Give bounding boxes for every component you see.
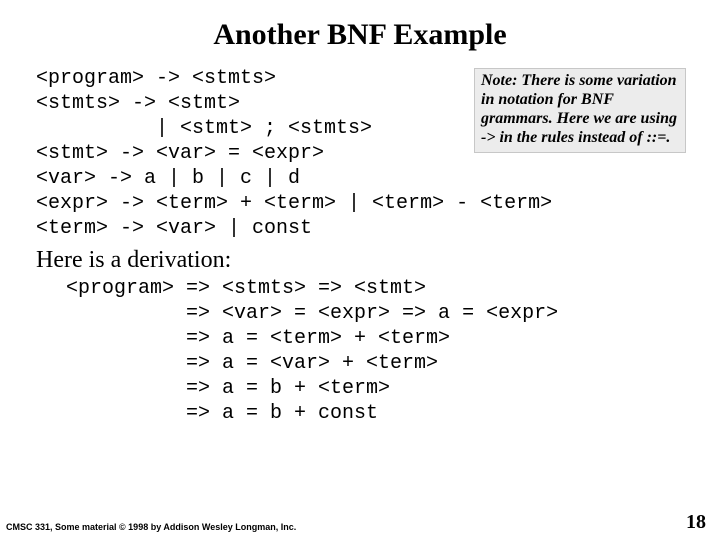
derivation-heading: Here is a derivation: — [36, 247, 684, 274]
derivation-line: => a = <term> + <term> — [66, 327, 450, 350]
derivation-line: => a = b + <term> — [66, 377, 390, 400]
grammar-line: <expr> -> <term> + <term> | <term> - <te… — [36, 192, 552, 215]
slide-content: <program> -> <stmts> <stmts> -> <stmt> |… — [0, 66, 720, 426]
footer-credit: CMSC 331, Some material © 1998 by Addiso… — [6, 522, 296, 532]
grammar-block: <program> -> <stmts> <stmts> -> <stmt> |… — [36, 66, 684, 241]
slide-title: Another BNF Example — [0, 0, 720, 66]
derivation-line: <program> => <stmts> => <stmt> — [66, 277, 426, 300]
grammar-line: <term> -> <var> | const — [36, 217, 312, 240]
slide: Another BNF Example <program> -> <stmts>… — [0, 0, 720, 540]
derivation-line: => a = b + const — [66, 402, 378, 425]
derivation-lines: <program> => <stmts> => <stmt> => <var> … — [36, 276, 684, 426]
grammar-line: | <stmt> ; <stmts> — [36, 117, 372, 140]
grammar-line: <program> -> <stmts> — [36, 67, 276, 90]
note-callout: Note: There is some variation in notatio… — [474, 68, 686, 153]
grammar-line: <stmts> -> <stmt> — [36, 92, 240, 115]
page-number: 18 — [686, 511, 706, 534]
derivation-line: => <var> = <expr> => a = <expr> — [66, 302, 558, 325]
grammar-line: <stmt> -> <var> = <expr> — [36, 142, 324, 165]
grammar-line: <var> -> a | b | c | d — [36, 167, 300, 190]
derivation-line: => a = <var> + <term> — [66, 352, 438, 375]
